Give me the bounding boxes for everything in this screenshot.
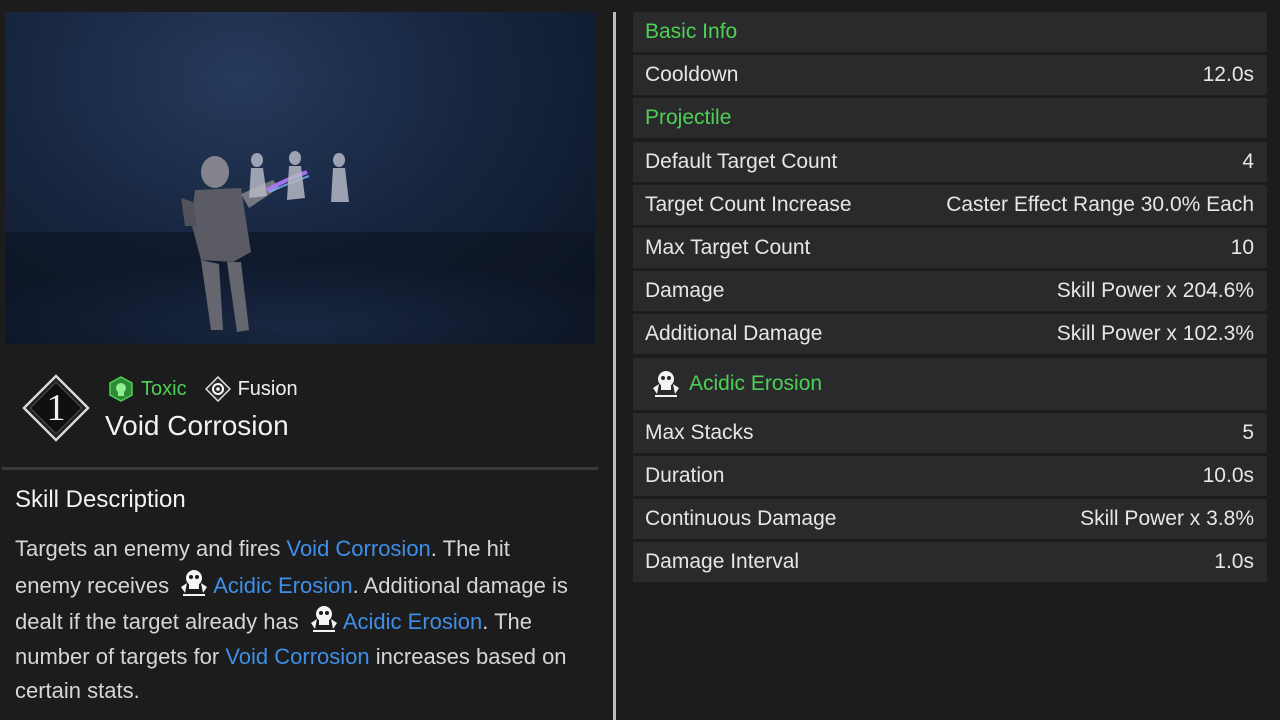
skill-stats-panel: Basic Info Cooldown 12.0s Projectile Def… — [633, 12, 1267, 585]
skill-tags: Toxic Fusion — [108, 376, 298, 402]
stat-label: Max Target Count — [645, 235, 811, 259]
stat-label: Damage Interval — [645, 550, 800, 574]
skill-description-title: Skill Description — [15, 486, 186, 513]
stat-value: Skill Power x 102.3% — [1056, 322, 1254, 346]
section-header-acidic-erosion: Acidic Erosion — [633, 357, 1267, 410]
skill-slot-number: 1 — [46, 387, 66, 429]
toxic-icon — [109, 376, 133, 402]
stat-row-cooldown: Cooldown 12.0s — [633, 55, 1267, 96]
section-header-projectile: Projectile — [633, 98, 1267, 139]
section-header-label: Basic Info — [645, 20, 738, 43]
skill-header: 1 Toxic Fusion Void Corrosion — [0, 360, 600, 460]
skill-description-text: Targets an enemy and fires Void Corrosio… — [15, 532, 575, 709]
stat-label: Additional Damage — [645, 322, 823, 346]
panel-divider — [613, 12, 616, 720]
acid-skull-icon — [310, 606, 337, 632]
fusion-icon — [204, 376, 231, 402]
keyword-void-corrosion[interactable]: Void Corrosion — [225, 644, 369, 669]
stat-label: Max Stacks — [645, 420, 754, 444]
keyword-void-corrosion[interactable]: Void Corrosion — [286, 536, 430, 561]
section-header-label: Acidic Erosion — [689, 371, 823, 395]
stat-value: 5 — [1242, 420, 1254, 444]
section-header-label: Projectile — [645, 106, 732, 130]
stat-label: Continuous Damage — [645, 507, 837, 531]
stat-value: 4 — [1242, 149, 1254, 173]
stat-label: Duration — [645, 463, 725, 487]
stat-label: Default Target Count — [645, 149, 838, 173]
acid-skull-icon — [653, 370, 679, 397]
stat-label: Target Count Increase — [645, 192, 852, 216]
stat-row-max-stacks: Max Stacks 5 — [633, 412, 1267, 453]
stat-value: 12.0s — [1202, 63, 1254, 87]
stat-row-damage: Damage Skill Power x 204.6% — [633, 271, 1267, 312]
description-text: Targets an enemy and fires — [15, 536, 287, 561]
stat-value: Skill Power x 3.8% — [1080, 507, 1254, 531]
section-header-basic-info: Basic Info — [633, 12, 1267, 52]
stat-row-damage-interval: Damage Interval 1.0s — [633, 542, 1267, 583]
skill-name: Void Corrosion — [105, 410, 289, 441]
stat-label: Damage — [645, 279, 725, 303]
skill-preview-scene — [5, 151, 595, 344]
stat-label: Cooldown — [645, 63, 739, 87]
stat-value: Skill Power x 204.6% — [1056, 279, 1254, 303]
skill-preview-video[interactable] — [5, 12, 595, 344]
keyword-acidic-erosion[interactable]: Acidic Erosion — [213, 573, 352, 598]
skill-detail-screen: 1 Toxic Fusion Void Corrosion Skill Desc… — [0, 0, 1280, 720]
tag-toxic: Toxic — [108, 376, 187, 402]
stat-row-max-target-count: Max Target Count 10 — [633, 227, 1267, 268]
stat-value: 10.0s — [1202, 463, 1254, 487]
stat-value: Caster Effect Range 30.0% Each — [946, 192, 1254, 216]
keyword-acidic-erosion[interactable]: Acidic Erosion — [343, 609, 482, 634]
tag-fusion-label: Fusion — [237, 377, 298, 400]
stat-row-target-count-increase: Target Count Increase Caster Effect Rang… — [633, 184, 1267, 225]
skill-info-panel: 1 Toxic Fusion Void Corrosion Skill Desc… — [0, 0, 612, 720]
stat-value: 1.0s — [1214, 550, 1254, 574]
stat-row-additional-damage: Additional Damage Skill Power x 102.3% — [633, 314, 1267, 355]
acid-skull-icon — [181, 569, 208, 596]
stat-value: 10 — [1230, 235, 1254, 259]
section-divider — [2, 467, 598, 470]
stat-row-default-target-count: Default Target Count 4 — [633, 141, 1267, 182]
stat-row-duration: Duration 10.0s — [633, 455, 1267, 496]
stat-row-continuous-damage: Continuous Damage Skill Power x 3.8% — [633, 499, 1267, 540]
tag-toxic-label: Toxic — [141, 377, 187, 400]
tag-fusion: Fusion — [204, 376, 298, 402]
